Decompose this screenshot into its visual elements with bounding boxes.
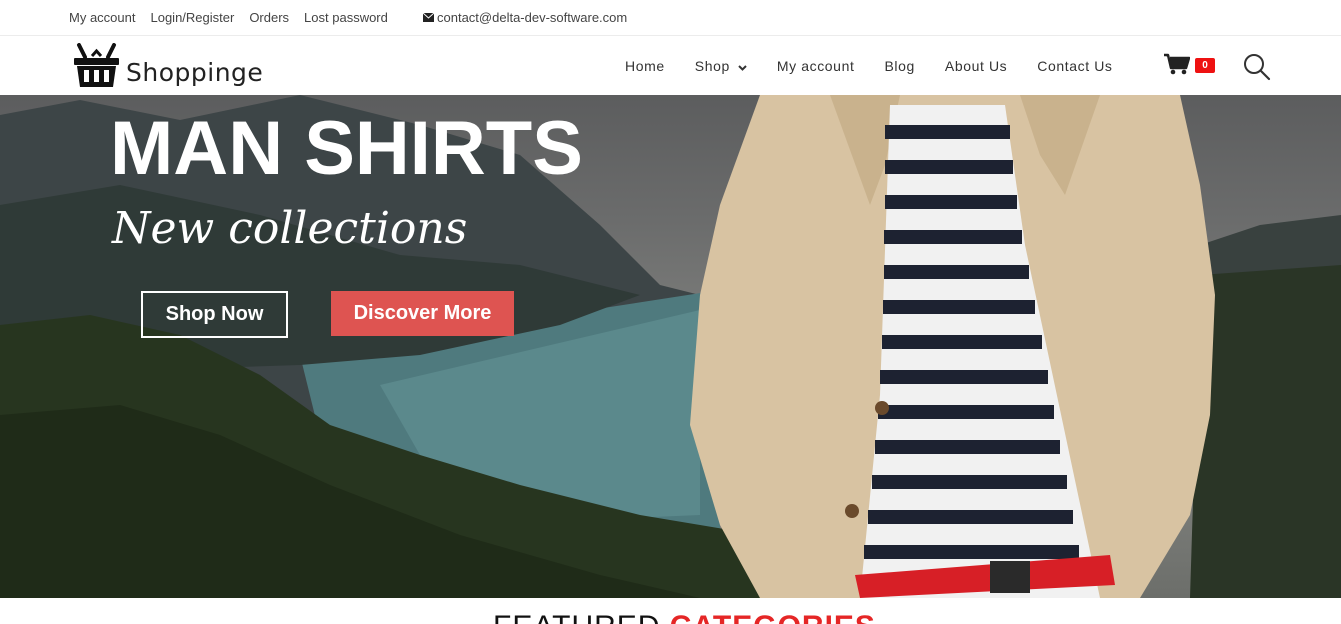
shop-now-button[interactable]: Shop Now	[141, 291, 288, 338]
featured-categories-heading: FEATURED CATEGORIES	[493, 610, 876, 624]
contact-email-text: contact@delta-dev-software.com	[437, 10, 628, 25]
envelope-icon	[422, 10, 435, 25]
logo-text: Shoppinge	[126, 57, 264, 87]
cart-button[interactable]: 0	[1164, 53, 1218, 79]
search-button[interactable]	[1243, 53, 1271, 81]
main-nav: Home Shop My account Blog About Us Conta…	[625, 58, 1143, 74]
discover-more-button[interactable]: Discover More	[331, 291, 514, 336]
chevron-down-icon	[738, 58, 747, 74]
nav-contact-us[interactable]: Contact Us	[1037, 58, 1112, 74]
top-links: My account Login/Register Orders Lost pa…	[69, 10, 388, 25]
top-bar: My account Login/Register Orders Lost pa…	[0, 0, 1341, 36]
nav-home-label: Home	[625, 58, 665, 74]
categories-word: CATEGORIES	[670, 610, 876, 624]
hero-subtitle: New collections	[112, 203, 468, 254]
nav-about-us[interactable]: About Us	[945, 58, 1007, 74]
nav-shop[interactable]: Shop	[695, 58, 747, 74]
contact-email[interactable]: contact@delta-dev-software.com	[422, 10, 628, 25]
top-link-orders[interactable]: Orders	[249, 10, 289, 25]
nav-blog-label: Blog	[884, 58, 915, 74]
nav-about-us-label: About Us	[944, 58, 1008, 74]
nav-my-account-label: My account	[776, 58, 855, 74]
main-header: Shoppinge Home Shop My account Blog Abou…	[0, 37, 1341, 95]
top-link-my-account[interactable]: My account	[69, 10, 135, 25]
hero-title: MAN SHIRTS	[110, 106, 583, 191]
nav-blog[interactable]: Blog	[884, 58, 914, 74]
cart-count-badge: 0	[1195, 58, 1215, 73]
top-link-lost-password[interactable]: Lost password	[304, 10, 388, 25]
nav-my-account[interactable]: My account	[777, 58, 855, 74]
search-icon	[1243, 54, 1271, 85]
nav-shop-label: Shop	[694, 58, 730, 74]
site-logo[interactable]: Shoppinge	[73, 43, 263, 93]
nav-contact-us-label: Contact Us	[1037, 58, 1113, 74]
featured-categories-section: FEATURED CATEGORIES	[0, 598, 1341, 624]
nav-home[interactable]: Home	[625, 58, 665, 74]
top-link-login-register[interactable]: Login/Register	[150, 10, 234, 25]
basket-logo-icon	[73, 43, 120, 93]
hero-banner: MAN SHIRTS New collections Shop Now Disc…	[0, 95, 1341, 598]
featured-word: FEATURED	[493, 610, 660, 624]
